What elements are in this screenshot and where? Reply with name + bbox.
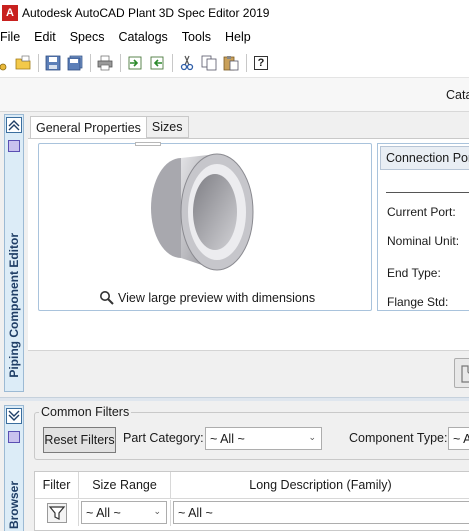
tab-general-properties[interactable]: General Properties <box>30 116 147 139</box>
collapse-up-icon[interactable] <box>6 117 22 133</box>
menu-catalogs[interactable]: Catalogs <box>111 26 174 48</box>
menu-tools[interactable]: Tools <box>175 26 218 48</box>
column-header-filter[interactable]: Filter <box>35 472 79 499</box>
pin-panel-icon[interactable] <box>8 431 20 443</box>
panel-splitter[interactable] <box>0 397 469 401</box>
chevron-down-icon: ⌄ <box>153 506 161 516</box>
general-properties-panel: View large preview with dimensions Conne… <box>28 138 469 350</box>
toolbar-separator <box>120 53 121 72</box>
toolbar-separator <box>172 53 173 72</box>
column-header-long-description[interactable]: Long Description (Family) <box>171 472 469 499</box>
autocad-logo-icon: A <box>2 5 18 21</box>
component-type-value: ~ A <box>453 431 469 446</box>
piping-component-editor: General Properties Sizes View large prev… <box>28 112 469 394</box>
component-type-select[interactable]: ~ A <box>448 427 469 450</box>
port-divider <box>386 192 469 193</box>
component-preview[interactable]: View large preview with dimensions <box>38 142 372 311</box>
long-description-value: ~ All ~ <box>178 505 213 520</box>
toolbar-separator <box>38 53 39 72</box>
size-range-select[interactable]: ~ All ~ ⌄ <box>81 501 167 524</box>
help-icon[interactable]: ? <box>252 54 270 72</box>
common-filters-group: Common Filters Reset Filters Part Catego… <box>34 405 469 460</box>
view-large-preview-link[interactable]: View large preview with dimensions <box>99 290 315 306</box>
cut-icon[interactable] <box>178 54 196 72</box>
size-range-filter-cell: ~ All ~ ⌄ <box>79 500 171 526</box>
print-icon[interactable] <box>96 54 114 72</box>
collapse-down-icon[interactable] <box>6 408 22 424</box>
toolbar: ? <box>0 48 469 78</box>
menu-edit[interactable]: Edit <box>27 26 63 48</box>
browser-panel-label[interactable]: Browser <box>5 480 23 530</box>
filter-row-icon-cell[interactable] <box>35 500 79 526</box>
editor-panel-label[interactable]: Piping Component Editor <box>5 225 23 385</box>
preview-link-text: View large preview with dimensions <box>118 291 316 305</box>
nominal-unit-label: Nominal Unit: <box>387 234 460 248</box>
tool-button[interactable] <box>454 358 469 388</box>
catalog-browser-grid: Filter Size Range Long Description (Fami… <box>34 471 469 531</box>
menu-bar: File Edit Specs Catalogs Tools Help <box>0 26 469 48</box>
export-icon[interactable] <box>148 54 166 72</box>
long-description-filter-input[interactable]: ~ All ~ <box>173 501 469 524</box>
reset-filters-button[interactable]: Reset Filters <box>43 427 116 453</box>
copy-icon[interactable] <box>200 54 218 72</box>
catalog-header-label: Cata <box>446 88 469 102</box>
reducer-fitting-image <box>151 153 254 271</box>
window-title: Autodesk AutoCAD Plant 3D Spec Editor 20… <box>22 6 270 20</box>
component-type-label: Component Type: <box>349 431 448 445</box>
part-category-select[interactable]: ~ All ~ ⌄ <box>205 427 322 450</box>
part-category-label: Part Category: <box>123 431 204 445</box>
open-icon[interactable] <box>14 54 32 72</box>
paste-icon[interactable] <box>222 54 240 72</box>
editor-tabs: General Properties Sizes <box>30 116 189 139</box>
part-category-value: ~ All ~ <box>210 431 245 446</box>
flange-std-label: Flange Std: <box>387 295 449 309</box>
connection-port-tab[interactable]: Connection Port <box>380 146 469 170</box>
catalog-header: Cata <box>0 78 469 112</box>
toolbar-separator <box>90 53 91 72</box>
import-icon[interactable] <box>126 54 144 72</box>
menu-file[interactable]: File <box>0 26 27 48</box>
current-port-label: Current Port: <box>387 205 456 219</box>
title-bar: A Autodesk AutoCAD Plant 3D Spec Editor … <box>0 0 469 26</box>
tab-sizes[interactable]: Sizes <box>145 116 189 138</box>
editor-footer <box>28 350 469 394</box>
size-range-value: ~ All ~ <box>86 505 121 520</box>
connection-port-panel: Connection Port Current Port: Nominal Un… <box>377 143 469 311</box>
toolbar-separator <box>246 53 247 72</box>
menu-specs[interactable]: Specs <box>63 26 112 48</box>
pin-panel-icon[interactable] <box>8 140 20 152</box>
funnel-icon <box>47 503 67 523</box>
chevron-down-icon: ⌄ <box>308 432 316 442</box>
editor-side-strip: Piping Component Editor <box>4 114 24 392</box>
long-description-filter-cell: ~ All ~ <box>171 500 469 526</box>
column-header-size-range[interactable]: Size Range <box>79 472 171 499</box>
help-glyph: ? <box>257 56 265 69</box>
menu-help[interactable]: Help <box>218 26 258 48</box>
save-icon[interactable] <box>44 54 62 72</box>
end-type-label: End Type: <box>387 266 441 280</box>
magnifier-icon <box>100 291 114 305</box>
common-filters-title: Common Filters <box>39 405 132 419</box>
new-spec-icon[interactable] <box>0 54 10 72</box>
save-all-icon[interactable] <box>66 54 84 72</box>
browser-side-strip: Browser <box>4 405 24 531</box>
